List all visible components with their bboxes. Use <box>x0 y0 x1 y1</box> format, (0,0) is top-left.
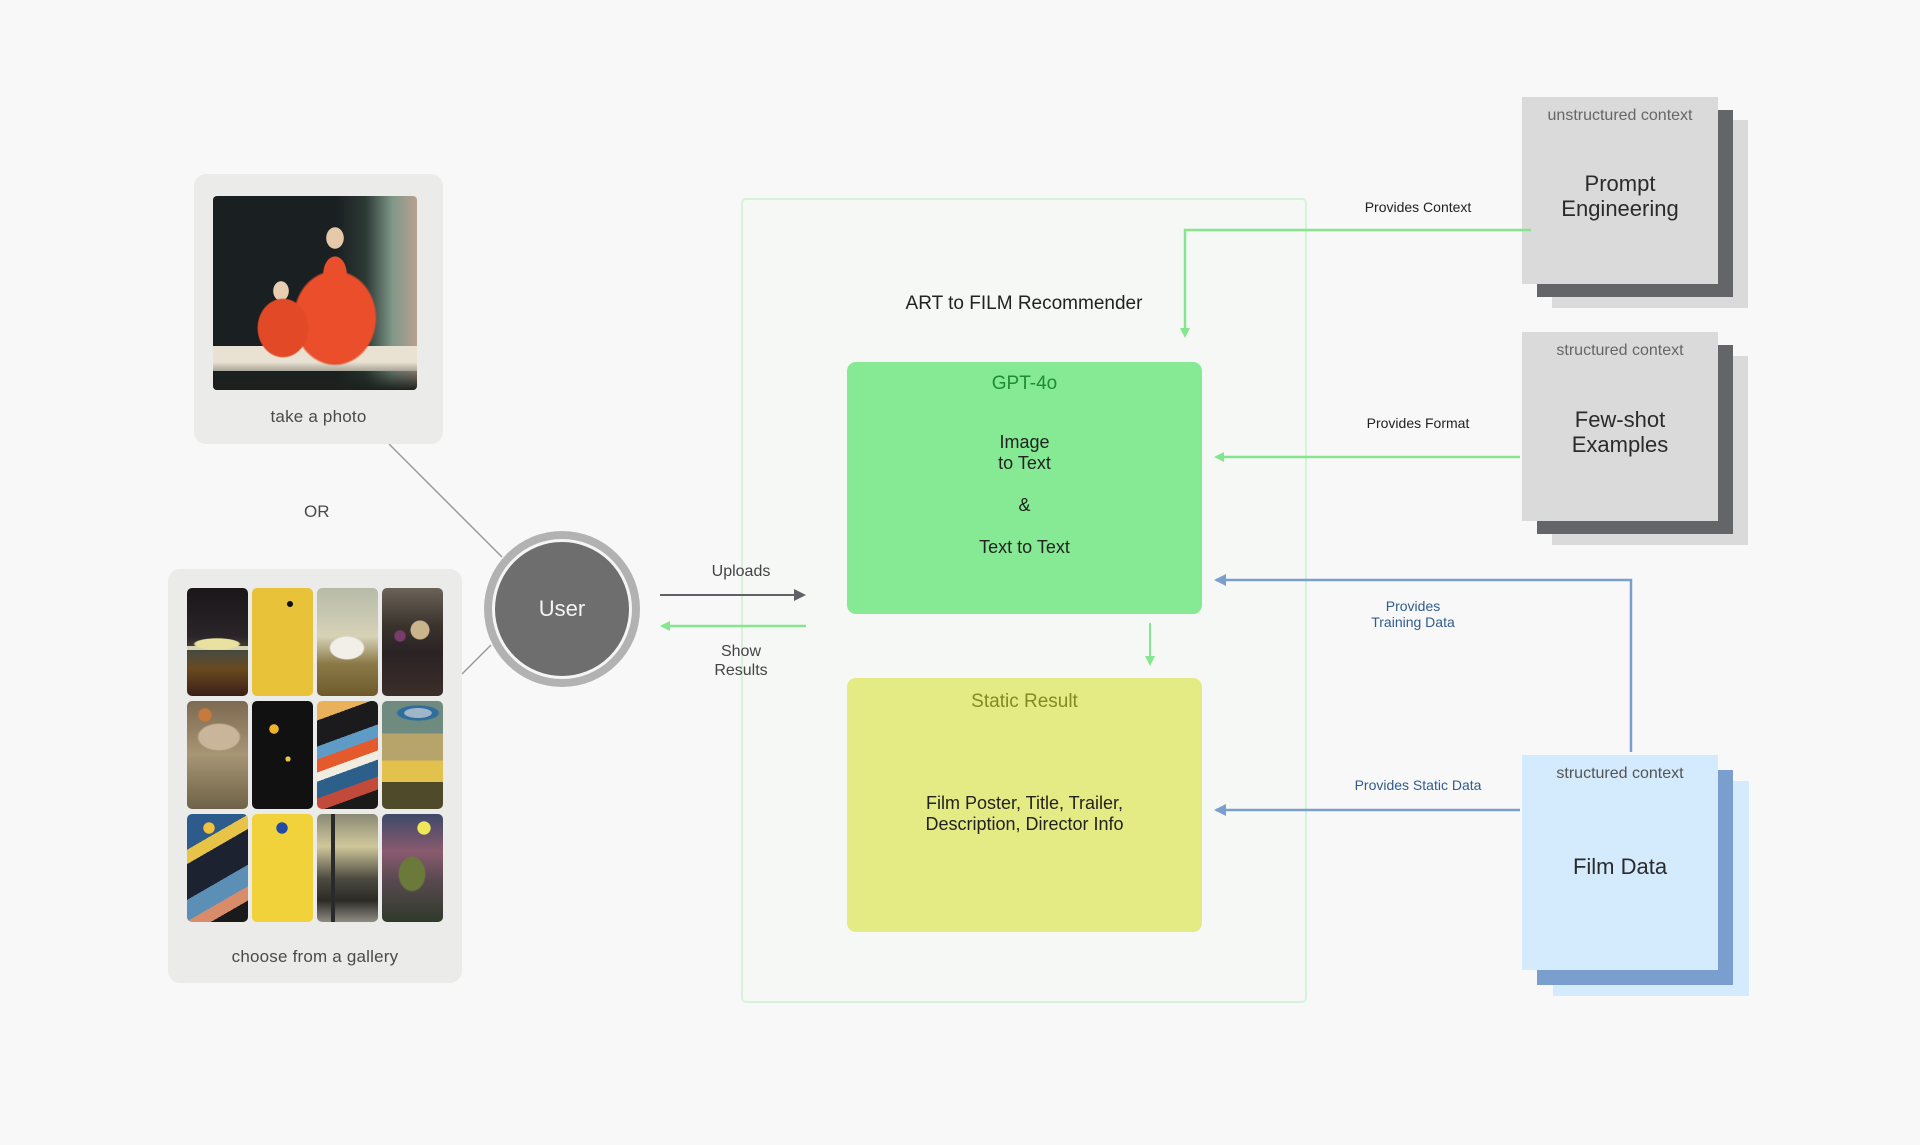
user-label: User <box>492 539 632 679</box>
film-data-card: structured context Film Data <box>1522 755 1718 970</box>
gallery-tile-swirling-ribbon-abstract[interactable] <box>317 701 378 809</box>
gallery-tile-lion-fresco[interactable] <box>187 701 248 809</box>
photo-to-user-line <box>388 443 503 558</box>
take-photo-label: take a photo <box>270 407 367 426</box>
gallery-tile-picasso-style-figures[interactable] <box>187 814 248 922</box>
take-photo-panel[interactable]: take a photo <box>194 174 443 444</box>
context-kind: structured context <box>1556 342 1684 359</box>
gallery-tile-cosmic-abstract-dots[interactable] <box>252 701 313 809</box>
diagram-title: ART to FILM Recommender <box>905 293 1143 314</box>
show-results-label: Show Results <box>714 643 768 679</box>
gpt-4o-box: GPT-4o Image to Text & Text to Text <box>847 362 1202 614</box>
context-title: Prompt Engineering <box>1561 171 1679 221</box>
static-result-title: Static Result <box>971 691 1078 712</box>
gallery-tile-matisse-ant-collage[interactable] <box>252 814 313 922</box>
gallery-tile-skull-still-life[interactable] <box>382 588 443 696</box>
context-kind: unstructured context <box>1547 107 1693 124</box>
provides-format-label: Provides Format <box>1366 415 1470 431</box>
gallery-to-user-line <box>461 644 492 675</box>
user-node: User <box>484 531 640 687</box>
or-label: OR <box>304 502 330 521</box>
context-title: Few-shot Examples <box>1571 407 1669 457</box>
gallery-tile-abstract-cubist-eyes[interactable] <box>252 588 313 696</box>
provides-training-data-label: Provides Training Data <box>1371 598 1455 630</box>
provides-static-data-label: Provides Static Data <box>1354 777 1482 793</box>
context-kind: structured context <box>1556 765 1684 782</box>
few-shot-card: structured context Few-shot Examples <box>1522 332 1718 521</box>
context-title: Film Data <box>1572 854 1668 879</box>
gallery-tile-venus-flytrap-sun[interactable] <box>382 814 443 922</box>
uploads-label: Uploads <box>711 563 771 580</box>
photo-image <box>213 196 417 390</box>
gallery-tile-ufo-over-field[interactable] <box>187 588 248 696</box>
prompt-engineering-card: unstructured context Prompt Engineering <box>1522 97 1718 284</box>
static-result-description: Film Poster, Title, Trailer, Description… <box>925 793 1124 834</box>
gallery-panel: choose from a gallery <box>168 569 462 983</box>
provides-context-label: Provides Context <box>1364 199 1472 215</box>
gallery-tile-dalmatian-dog[interactable] <box>317 588 378 696</box>
gallery-label: choose from a gallery <box>231 947 399 966</box>
gpt-title: GPT-4o <box>991 373 1058 394</box>
gallery-tile-eiffel-tower-storm[interactable] <box>317 814 378 922</box>
static-result-box: Static Result Film Poster, Title, Traile… <box>847 678 1202 932</box>
gpt-description: Image to Text & Text to Text <box>979 432 1070 557</box>
gallery-tile-saturn-over-boats[interactable] <box>382 701 443 809</box>
